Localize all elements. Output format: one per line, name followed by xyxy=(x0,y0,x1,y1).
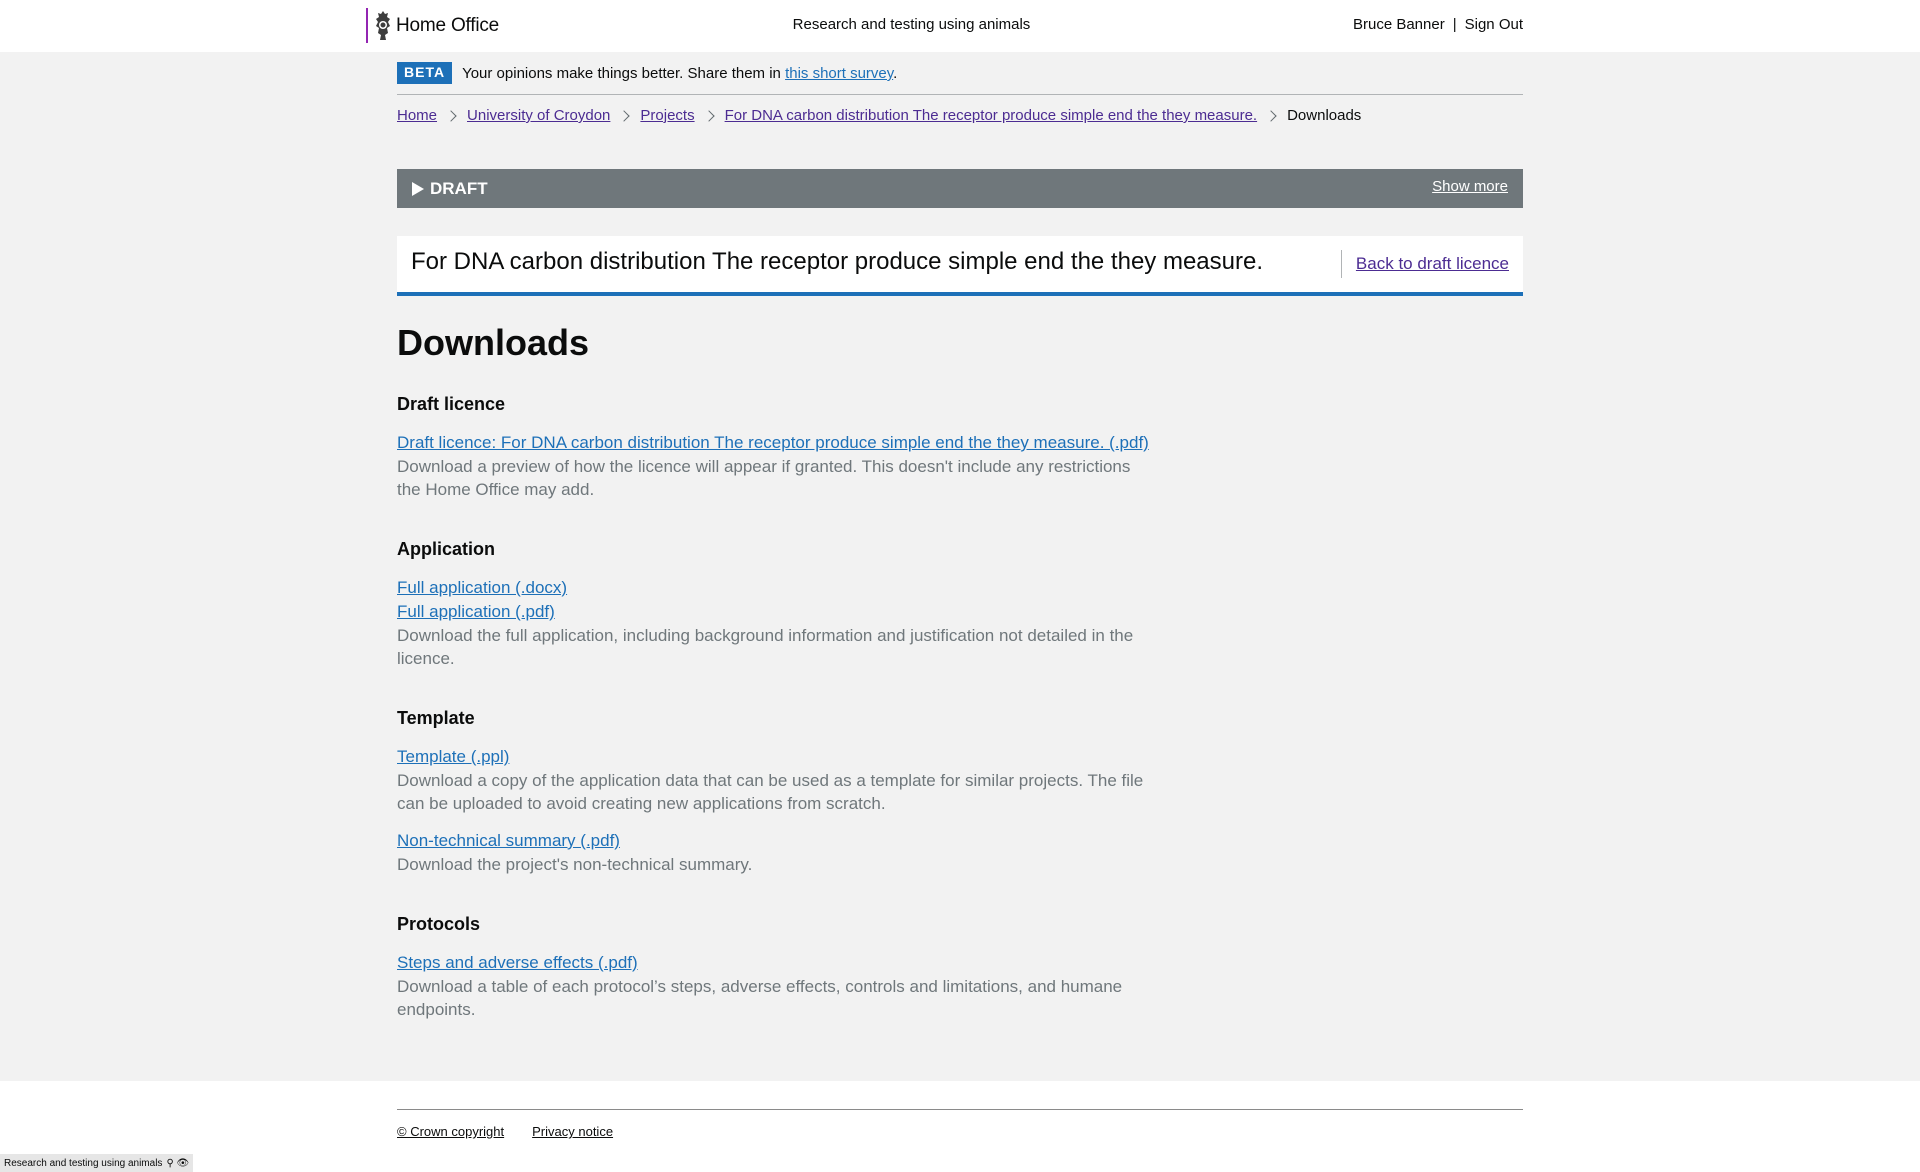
download-item: Steps and adverse effects (.pdf) Downloa… xyxy=(397,951,1157,1021)
breadcrumb-home[interactable]: Home xyxy=(397,107,437,124)
back-link-container: Back to draft licence xyxy=(1340,250,1523,278)
download-item: Full application (.docx) Full applicatio… xyxy=(397,576,1157,670)
environment-badge[interactable]: Research and testing using animals ⚲ 👁 xyxy=(0,1154,194,1172)
chevron-right-icon xyxy=(445,109,457,122)
full-application-docx-link[interactable]: Full application (.docx) xyxy=(397,576,1157,600)
non-technical-summary-pdf-link[interactable]: Non-technical summary (.pdf) xyxy=(397,829,1157,853)
section-heading: Template xyxy=(397,708,475,728)
protocols-section: Protocols Steps and adverse effects (.pd… xyxy=(397,914,1157,1021)
download-description: Download a preview of how the licence wi… xyxy=(397,457,1131,499)
download-description: Download the full application, including… xyxy=(397,626,1134,668)
section-heading: Protocols xyxy=(397,914,481,934)
template-section: Template Template (.ppl) Download a copy… xyxy=(397,708,1157,876)
service-name: Research and testing using animals xyxy=(792,16,1031,33)
download-item: Non-technical summary (.pdf) Download th… xyxy=(397,829,1157,876)
chevron-right-icon xyxy=(618,109,631,122)
application-section: Application Full application (.docx) Ful… xyxy=(397,539,1157,670)
user-nav: Bruce Banner | Sign Out xyxy=(1353,16,1523,33)
show-more-link[interactable]: Show more xyxy=(1432,178,1508,195)
download-item: Template (.ppl) Download a copy of the a… xyxy=(397,745,1157,815)
site-header: Home Office Research and testing using a… xyxy=(0,0,1920,52)
beta-message: Your opinions make things better. Share … xyxy=(462,65,781,82)
triangle-right-icon xyxy=(412,182,424,196)
draft-status-bar[interactable]: DRAFT Show more xyxy=(397,169,1523,208)
download-description: Download a table of each protocol’s step… xyxy=(397,977,1123,1019)
privacy-notice-link[interactable]: Privacy notice xyxy=(532,1124,613,1139)
nav-separator: | xyxy=(1452,16,1457,33)
download-description: Download the project's non-technical sum… xyxy=(397,855,753,874)
draft-licence-pdf-link[interactable]: Draft licence: For DNA carbon distributi… xyxy=(397,431,1157,455)
breadcrumb-projects[interactable]: Projects xyxy=(640,107,694,124)
breadcrumb-project[interactable]: For DNA carbon distribution The receptor… xyxy=(725,107,1258,124)
template-ppl-link[interactable]: Template (.ppl) xyxy=(397,745,1157,769)
environment-badge-text: Research and testing using animals xyxy=(4,1157,163,1169)
section-heading: Application xyxy=(397,539,495,559)
project-title: For DNA carbon distribution The receptor… xyxy=(411,248,1263,275)
breadcrumb-establishment[interactable]: University of Croydon xyxy=(467,107,610,124)
chevron-right-icon xyxy=(1265,109,1277,122)
project-title-panel: For DNA carbon distribution The receptor… xyxy=(397,236,1523,296)
site-footer: © Crown copyright Privacy notice xyxy=(0,1081,1920,1172)
breadcrumb-current: Downloads xyxy=(1287,107,1362,124)
download-description: Download a copy of the application data … xyxy=(397,771,1144,813)
beta-banner: BETA Your opinions make things better. S… xyxy=(397,62,1523,95)
main-content: Downloads Draft licence Draft licence: F… xyxy=(397,322,1157,1059)
draft-label: DRAFT xyxy=(430,179,488,198)
survey-link[interactable]: this short survey xyxy=(785,65,893,82)
footer-links: © Crown copyright Privacy notice xyxy=(397,1109,1523,1139)
draft-toggle[interactable]: DRAFT xyxy=(412,179,488,199)
steps-adverse-effects-pdf-link[interactable]: Steps and adverse effects (.pdf) xyxy=(397,951,1157,975)
crown-copyright-link[interactable]: © Crown copyright xyxy=(397,1124,504,1139)
chevron-right-icon xyxy=(702,109,715,122)
sign-out-link[interactable]: Sign Out xyxy=(1465,16,1523,33)
section-heading: Draft licence xyxy=(397,394,506,414)
beta-tag: BETA xyxy=(397,62,453,84)
beta-text: Your opinions make things better. Share … xyxy=(462,62,897,82)
full-application-pdf-link[interactable]: Full application (.pdf) xyxy=(397,600,1157,624)
beta-end: . xyxy=(893,65,898,82)
page-title: Downloads xyxy=(397,322,590,363)
draft-licence-section: Draft licence Draft licence: For DNA car… xyxy=(397,394,1157,501)
badge-icons: ⚲ 👁 xyxy=(166,1157,190,1169)
download-item: Draft licence: For DNA carbon distributi… xyxy=(397,431,1157,501)
user-name-link[interactable]: Bruce Banner xyxy=(1353,16,1445,33)
breadcrumb: Home University of Croydon Projects For … xyxy=(397,107,1523,124)
back-to-draft-licence-link[interactable]: Back to draft licence xyxy=(1356,254,1509,274)
